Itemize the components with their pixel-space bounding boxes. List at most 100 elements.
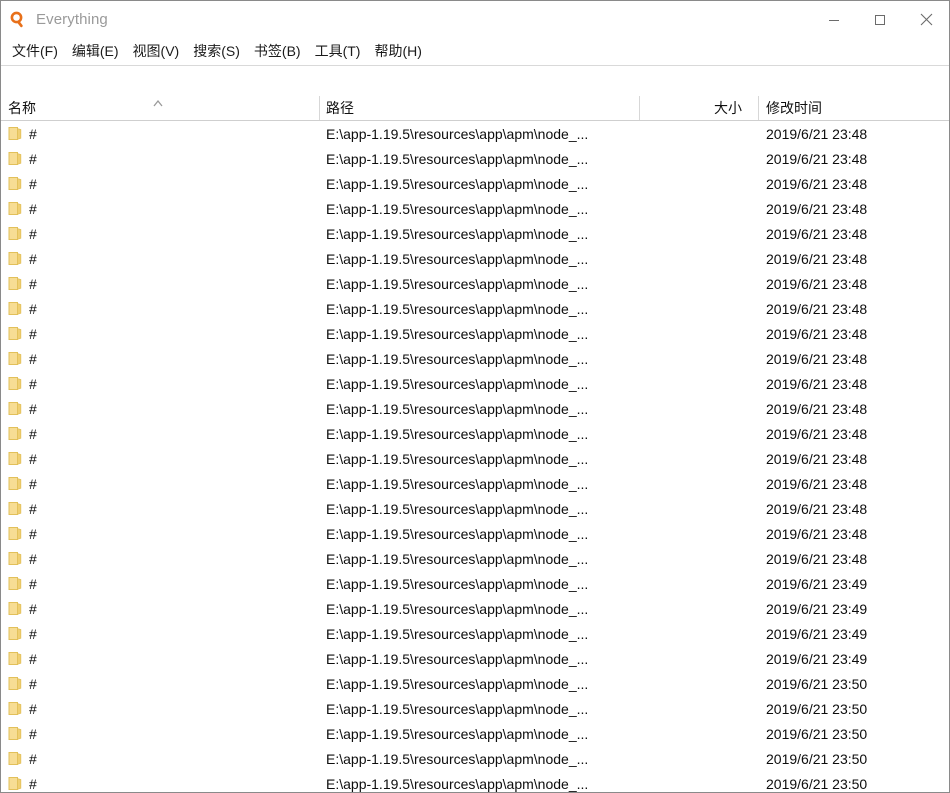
cell-name: #	[8, 221, 37, 246]
cell-date: 2019/6/21 23:48	[766, 400, 868, 417]
cell-path: E:\app-1.19.5\resources\app\apm\node_...	[326, 725, 589, 742]
table-row[interactable]: # E:\app-1.19.5\resources\app\apm\node_.…	[1, 296, 949, 321]
cell-size	[641, 171, 751, 196]
menu-item-edit[interactable]: 编辑(E)	[65, 40, 126, 63]
column-header-date[interactable]: 修改时间	[766, 95, 822, 120]
cell-date: 2019/6/21 23:48	[766, 375, 868, 392]
file-name: #	[29, 175, 37, 192]
folder-icon	[8, 251, 22, 266]
folder-icon	[8, 351, 22, 366]
table-row[interactable]: # E:\app-1.19.5\resources\app\apm\node_.…	[1, 546, 949, 571]
table-row[interactable]: # E:\app-1.19.5\resources\app\apm\node_.…	[1, 671, 949, 696]
cell-name: #	[8, 621, 37, 646]
cell-path: E:\app-1.19.5\resources\app\apm\node_...	[326, 150, 589, 167]
table-row[interactable]: # E:\app-1.19.5\resources\app\apm\node_.…	[1, 696, 949, 721]
menu-item-tools[interactable]: 工具(T)	[308, 40, 368, 63]
folder-icon	[8, 401, 22, 416]
folder-icon	[8, 601, 22, 616]
cell-size	[641, 696, 751, 721]
file-name: #	[29, 250, 37, 267]
file-name: #	[29, 225, 37, 242]
table-row[interactable]: # E:\app-1.19.5\resources\app\apm\node_.…	[1, 496, 949, 521]
folder-icon	[8, 301, 22, 316]
table-row[interactable]: # E:\app-1.19.5\resources\app\apm\node_.…	[1, 771, 949, 792]
table-row[interactable]: # E:\app-1.19.5\resources\app\apm\node_.…	[1, 621, 949, 646]
menu-item-search[interactable]: 搜索(S)	[186, 40, 247, 63]
column-separator-2[interactable]	[639, 96, 640, 120]
menu-item-help[interactable]: 帮助(H)	[367, 40, 428, 63]
table-row[interactable]: # E:\app-1.19.5\resources\app\apm\node_.…	[1, 471, 949, 496]
cell-name: #	[8, 471, 37, 496]
column-header-path[interactable]: 路径	[326, 95, 354, 120]
table-row[interactable]: # E:\app-1.19.5\resources\app\apm\node_.…	[1, 146, 949, 171]
cell-name: #	[8, 271, 37, 296]
table-row[interactable]: # E:\app-1.19.5\resources\app\apm\node_.…	[1, 371, 949, 396]
folder-icon	[8, 151, 22, 166]
table-row[interactable]: # E:\app-1.19.5\resources\app\apm\node_.…	[1, 446, 949, 471]
menu-item-bookmark[interactable]: 书签(B)	[247, 40, 308, 63]
maximize-button[interactable]	[857, 1, 903, 38]
folder-icon	[8, 376, 22, 391]
folder-icon	[8, 551, 22, 566]
file-name: #	[29, 200, 37, 217]
cell-size	[641, 271, 751, 296]
cell-size	[641, 471, 751, 496]
cell-path: E:\app-1.19.5\resources\app\apm\node_...	[326, 375, 589, 392]
column-header-size[interactable]: 大小	[641, 95, 751, 120]
table-row[interactable]: # E:\app-1.19.5\resources\app\apm\node_.…	[1, 746, 949, 771]
minimize-button[interactable]	[811, 1, 857, 38]
column-separator-3[interactable]	[758, 96, 759, 120]
cell-name: #	[8, 696, 37, 721]
folder-icon	[8, 751, 22, 766]
cell-path: E:\app-1.19.5\resources\app\apm\node_...	[326, 750, 589, 767]
menu-bar: 文件(F) 编辑(E) 视图(V) 搜索(S) 书签(B) 工具(T) 帮助(H…	[1, 38, 949, 66]
minimize-icon	[829, 19, 839, 21]
table-row[interactable]: # E:\app-1.19.5\resources\app\apm\node_.…	[1, 171, 949, 196]
column-header-name[interactable]: 名称	[8, 95, 36, 120]
cell-path: E:\app-1.19.5\resources\app\apm\node_...	[326, 425, 589, 442]
cell-size	[641, 246, 751, 271]
cell-name: #	[8, 746, 37, 771]
cell-path: E:\app-1.19.5\resources\app\apm\node_...	[326, 700, 589, 717]
menu-item-view[interactable]: 视图(V)	[126, 40, 187, 63]
maximize-icon	[875, 14, 885, 25]
cell-date: 2019/6/21 23:50	[766, 725, 868, 742]
cell-path: E:\app-1.19.5\resources\app\apm\node_...	[326, 475, 589, 492]
window-controls	[811, 1, 949, 38]
table-row[interactable]: # E:\app-1.19.5\resources\app\apm\node_.…	[1, 221, 949, 246]
cell-size	[641, 671, 751, 696]
column-separator-1[interactable]	[319, 96, 320, 120]
table-row[interactable]: # E:\app-1.19.5\resources\app\apm\node_.…	[1, 571, 949, 596]
table-row[interactable]: # E:\app-1.19.5\resources\app\apm\node_.…	[1, 196, 949, 221]
cell-name: #	[8, 146, 37, 171]
table-row[interactable]: # E:\app-1.19.5\resources\app\apm\node_.…	[1, 396, 949, 421]
cell-date: 2019/6/21 23:49	[766, 575, 868, 592]
cell-path: E:\app-1.19.5\resources\app\apm\node_...	[326, 400, 589, 417]
results-list[interactable]: # E:\app-1.19.5\resources\app\apm\node_.…	[1, 121, 949, 792]
table-row[interactable]: # E:\app-1.19.5\resources\app\apm\node_.…	[1, 121, 949, 146]
table-row[interactable]: # E:\app-1.19.5\resources\app\apm\node_.…	[1, 321, 949, 346]
file-name: #	[29, 725, 37, 742]
cell-name: #	[8, 721, 37, 746]
table-row[interactable]: # E:\app-1.19.5\resources\app\apm\node_.…	[1, 421, 949, 446]
table-row[interactable]: # E:\app-1.19.5\resources\app\apm\node_.…	[1, 271, 949, 296]
cell-date: 2019/6/21 23:48	[766, 275, 868, 292]
table-row[interactable]: # E:\app-1.19.5\resources\app\apm\node_.…	[1, 721, 949, 746]
table-row[interactable]: # E:\app-1.19.5\resources\app\apm\node_.…	[1, 596, 949, 621]
cell-name: #	[8, 196, 37, 221]
file-name: #	[29, 650, 37, 667]
cell-size	[641, 221, 751, 246]
table-row[interactable]: # E:\app-1.19.5\resources\app\apm\node_.…	[1, 646, 949, 671]
table-row[interactable]: # E:\app-1.19.5\resources\app\apm\node_.…	[1, 246, 949, 271]
table-row[interactable]: # E:\app-1.19.5\resources\app\apm\node_.…	[1, 521, 949, 546]
menu-item-file[interactable]: 文件(F)	[5, 40, 65, 63]
column-header-row: 名称 路径 大小 修改时间	[1, 95, 949, 121]
cell-name: #	[8, 596, 37, 621]
table-row[interactable]: # E:\app-1.19.5\resources\app\apm\node_.…	[1, 346, 949, 371]
file-name: #	[29, 375, 37, 392]
file-name: #	[29, 150, 37, 167]
cell-path: E:\app-1.19.5\resources\app\apm\node_...	[326, 125, 589, 142]
cell-date: 2019/6/21 23:48	[766, 425, 868, 442]
cell-size	[641, 121, 751, 146]
close-button[interactable]	[903, 1, 949, 38]
